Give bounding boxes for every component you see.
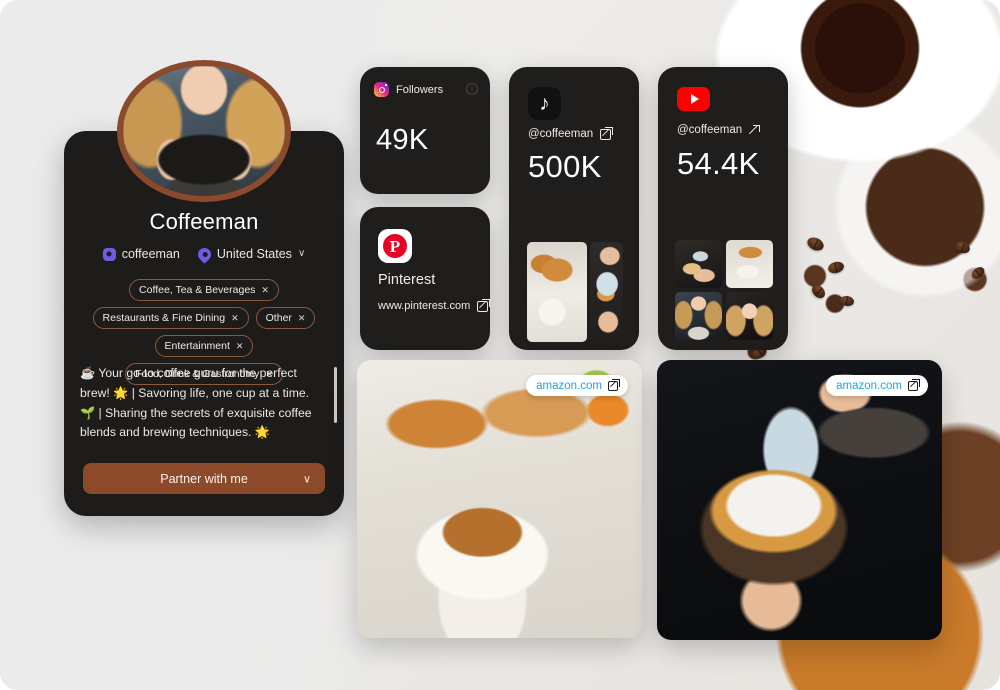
app-root: Coffeeman coffeeman United States ∨ Coff…	[0, 0, 1000, 690]
tiktok-icon: ♪	[528, 87, 561, 120]
external-link-icon	[608, 379, 620, 391]
arrow-up-right-icon	[749, 125, 760, 136]
instagram-followers-card[interactable]: Followers i 49K	[360, 67, 490, 194]
tiktok-note-glyph: ♪	[539, 92, 550, 115]
close-icon[interactable]: ✕	[261, 285, 269, 296]
category-tag-label: Restaurants & Fine Dining	[102, 312, 226, 324]
instagram-follower-count: 49K	[376, 124, 429, 156]
pinterest-card[interactable]: P Pinterest www.pinterest.com	[360, 207, 490, 350]
platform-icon	[102, 247, 116, 261]
external-link-icon	[600, 127, 613, 140]
username-badge[interactable]: coffeeman	[102, 247, 180, 261]
pinterest-icon: P	[378, 229, 412, 263]
youtube-thumbnail[interactable]	[726, 292, 773, 340]
tiktok-card[interactable]: ♪ @coffeeman 500K	[509, 67, 639, 350]
category-tag-label: Other	[265, 312, 292, 324]
tiktok-thumbnail[interactable]	[527, 242, 587, 342]
bio-scrollbar[interactable]	[334, 367, 337, 423]
tiktok-follower-count: 500K	[528, 149, 602, 184]
category-tag[interactable]: Restaurants & Fine Dining ✕	[92, 307, 249, 329]
tiktok-handle-link[interactable]: @coffeeman	[528, 127, 613, 140]
tiktok-thumbnail-grid	[527, 242, 623, 342]
category-tag[interactable]: Coffee, Tea & Beverages ✕	[129, 279, 279, 301]
country-selector[interactable]: United States ∨	[195, 244, 306, 264]
youtube-thumbnail[interactable]	[675, 240, 722, 288]
chevron-down-icon: ∨	[297, 248, 306, 259]
promo-photo-card[interactable]: amazon.com	[357, 360, 642, 638]
chevron-down-icon: ∨	[302, 473, 311, 485]
youtube-thumbnail[interactable]	[726, 240, 773, 288]
instagram-icon	[374, 82, 389, 97]
youtube-icon	[677, 87, 710, 111]
category-tag-label: Coffee, Tea & Beverages	[139, 284, 256, 296]
country-label: United States	[216, 247, 292, 261]
close-icon[interactable]: ✕	[298, 313, 306, 324]
youtube-handle-link[interactable]: @coffeeman	[677, 124, 760, 136]
tiktok-handle-label: @coffeeman	[528, 128, 594, 140]
partner-button-label: Partner with me	[160, 471, 248, 486]
info-icon[interactable]: i	[466, 83, 478, 95]
youtube-card[interactable]: @coffeeman 54.4K	[658, 67, 788, 350]
pinterest-mark: P	[383, 234, 407, 258]
youtube-handle-label: @coffeeman	[677, 124, 743, 136]
avatar	[117, 60, 291, 202]
youtube-subscriber-count: 54.4K	[677, 146, 760, 181]
play-triangle-icon	[690, 94, 699, 104]
category-tag-label: Entertainment	[164, 340, 230, 352]
instagram-metric-label: Followers	[396, 83, 444, 96]
youtube-thumbnail-grid	[675, 240, 773, 340]
profile-card: Coffeeman coffeeman United States ∨ Coff…	[64, 60, 344, 516]
amazon-link-badge[interactable]: amazon.com	[826, 375, 928, 396]
amazon-badge-label: amazon.com	[836, 379, 902, 392]
profile-meta: coffeeman United States ∨	[64, 244, 344, 264]
external-link-icon	[477, 299, 490, 312]
instagram-card-header: Followers i	[374, 82, 478, 97]
pinterest-title: Pinterest	[378, 272, 436, 288]
pinterest-link[interactable]: www.pinterest.com	[378, 299, 490, 312]
external-link-icon	[908, 379, 920, 391]
amazon-badge-label: amazon.com	[536, 379, 602, 392]
tiktok-thumbnail[interactable]	[590, 242, 623, 342]
pinterest-url-label: www.pinterest.com	[378, 300, 471, 312]
close-icon[interactable]: ✕	[236, 341, 244, 352]
category-tag[interactable]: Entertainment ✕	[154, 335, 254, 357]
location-pin-icon	[195, 244, 214, 264]
partner-with-me-button[interactable]: Partner with me ∨	[83, 463, 325, 494]
amazon-link-badge[interactable]: amazon.com	[526, 375, 628, 396]
avatar-ring	[117, 60, 291, 202]
category-tag[interactable]: Other ✕	[255, 307, 316, 329]
page-content: Coffeeman coffeeman United States ∨ Coff…	[0, 0, 1000, 690]
profile-bio: ☕ Your go-to coffee guru for the perfect…	[80, 366, 312, 440]
promo-photo-card[interactable]: amazon.com	[657, 360, 942, 640]
avatar-image	[123, 66, 285, 196]
username-label: coffeeman	[121, 247, 180, 261]
page-title: Coffeeman	[149, 209, 259, 234]
close-icon[interactable]: ✕	[231, 313, 239, 324]
youtube-thumbnail[interactable]	[675, 292, 722, 340]
